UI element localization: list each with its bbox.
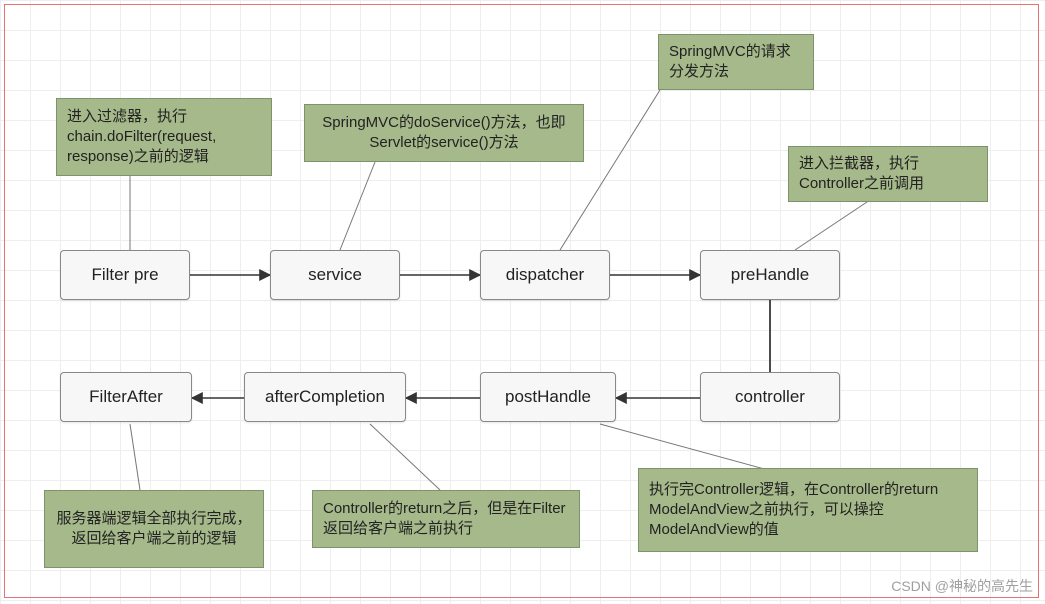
- node-label: postHandle: [505, 387, 591, 407]
- note-dispatcher: SpringMVC的请求分发方法: [658, 34, 814, 90]
- node-label: controller: [735, 387, 805, 407]
- note-filterafter: 服务器端逻辑全部执行完成，返回给客户端之前的逻辑: [44, 490, 264, 568]
- node-filter-pre: Filter pre: [60, 250, 190, 300]
- note-aftercompletion: Controller的return之后，但是在Filter返回给客户端之前执行: [312, 490, 580, 548]
- node-label: dispatcher: [506, 265, 584, 285]
- node-label: Filter pre: [91, 265, 158, 285]
- note-text: 进入过滤器，执行chain.doFilter(request, response…: [67, 107, 261, 168]
- node-filterafter: FilterAfter: [60, 372, 192, 422]
- node-dispatcher: dispatcher: [480, 250, 610, 300]
- note-text: SpringMVC的请求分发方法: [669, 42, 803, 83]
- node-controller: controller: [700, 372, 840, 422]
- note-text: 进入拦截器，执行Controller之前调用: [799, 154, 977, 195]
- node-aftercompletion: afterCompletion: [244, 372, 406, 422]
- note-posthandle: 执行完Controller逻辑，在Controller的return Model…: [638, 468, 978, 552]
- node-label: preHandle: [731, 265, 809, 285]
- note-text: Controller的return之后，但是在Filter返回给客户端之前执行: [323, 499, 569, 540]
- node-label: FilterAfter: [89, 387, 163, 407]
- node-posthandle: postHandle: [480, 372, 616, 422]
- watermark: CSDN @神秘的高先生: [891, 576, 1033, 596]
- node-label: service: [308, 265, 362, 285]
- note-service: SpringMVC的doService()方法，也即Servlet的servic…: [304, 104, 584, 162]
- note-text: SpringMVC的doService()方法，也即Servlet的servic…: [315, 113, 573, 154]
- node-label: afterCompletion: [265, 387, 385, 407]
- node-prehandle: preHandle: [700, 250, 840, 300]
- note-text: 执行完Controller逻辑，在Controller的return Model…: [649, 480, 967, 541]
- note-filter-pre: 进入过滤器，执行chain.doFilter(request, response…: [56, 98, 272, 176]
- node-service: service: [270, 250, 400, 300]
- note-prehandle: 进入拦截器，执行Controller之前调用: [788, 146, 988, 202]
- watermark-text: CSDN @神秘的高先生: [891, 578, 1033, 594]
- note-text: 服务器端逻辑全部执行完成，返回给客户端之前的逻辑: [55, 509, 253, 550]
